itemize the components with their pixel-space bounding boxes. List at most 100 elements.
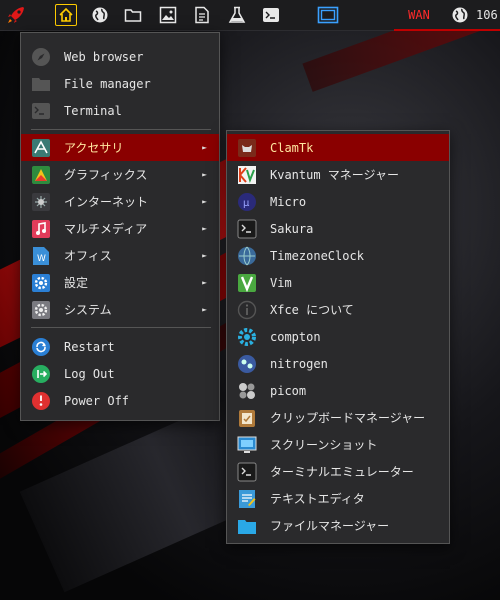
multimedia-icon — [31, 219, 51, 239]
action-label: Log Out — [64, 366, 115, 381]
app-label: Micro — [270, 194, 307, 209]
text-editor-icon — [237, 489, 257, 509]
app-label: Xfce について — [270, 303, 354, 317]
app-xfce-about[interactable]: Xfce について — [227, 296, 449, 323]
folder-icon[interactable] — [122, 4, 144, 26]
app-micro[interactable]: μ Micro — [227, 188, 449, 215]
menu-item-terminal[interactable]: Terminal — [21, 97, 219, 124]
restart-button[interactable]: Restart — [21, 333, 219, 360]
submenu-arrow: ► — [202, 278, 207, 287]
category-label: グラフィックス — [64, 168, 148, 182]
logout-icon — [31, 364, 51, 384]
terminal-icon — [31, 101, 51, 121]
flask-icon[interactable] — [226, 4, 248, 26]
app-screenshot[interactable]: スクリーンショット — [227, 431, 449, 458]
compton-icon — [237, 327, 257, 347]
app-file-manager[interactable]: ファイルマネージャー — [227, 512, 449, 539]
svg-text:W: W — [37, 254, 46, 264]
category-multimedia[interactable]: マルチメディア ► — [21, 215, 219, 242]
app-label: スクリーンショット — [270, 438, 378, 452]
category-label: システム — [64, 303, 112, 317]
graphics-icon — [31, 165, 51, 185]
terminal-icon[interactable] — [260, 4, 282, 26]
restart-icon — [31, 337, 51, 357]
document-icon[interactable] — [191, 4, 213, 26]
app-label: ClamTk — [270, 140, 314, 155]
globe-volume-icon[interactable] — [449, 4, 471, 26]
svg-text:μ: μ — [243, 198, 250, 209]
menu-item-web-browser[interactable]: Web browser — [21, 43, 219, 70]
folder-icon — [31, 74, 51, 94]
logout-button[interactable]: Log Out — [21, 360, 219, 387]
accessories-submenu: ClamTk Kvantum マネージャー μ Micro Sakura Tim… — [226, 130, 450, 544]
category-label: 設定 — [64, 276, 89, 290]
screenshot-icon — [237, 435, 257, 455]
sakura-terminal-icon — [237, 219, 257, 239]
app-label: Sakura — [270, 221, 314, 236]
app-kvantum[interactable]: Kvantum マネージャー — [227, 161, 449, 188]
category-accessories[interactable]: アクセサリ ► — [21, 134, 219, 161]
menu-item-label: Terminal — [64, 103, 122, 118]
terminal-emulator-icon — [237, 462, 257, 482]
app-clamtk[interactable]: ClamTk — [227, 134, 449, 161]
category-label: インターネット — [64, 195, 149, 209]
app-label: nitrogen — [270, 356, 328, 371]
image-viewer-icon[interactable] — [157, 4, 179, 26]
accessories-icon — [31, 138, 51, 158]
micro-icon: μ — [237, 192, 257, 212]
power-icon — [31, 391, 51, 411]
submenu-arrow: ► — [202, 251, 207, 260]
vim-icon — [237, 273, 257, 293]
menu-separator — [31, 327, 211, 328]
category-label: マルチメディア — [64, 222, 148, 236]
app-vim[interactable]: Vim — [227, 269, 449, 296]
applications-menu: Web browser File manager Terminal アクセサリ … — [20, 32, 220, 421]
category-office[interactable]: W オフィス ► — [21, 242, 219, 269]
nitrogen-icon — [237, 354, 257, 374]
app-timezoneclock[interactable]: TimezoneClock — [227, 242, 449, 269]
app-label: Kvantum マネージャー — [270, 168, 399, 182]
system-icon — [31, 300, 51, 320]
app-clipboard-manager[interactable]: クリップボードマネージャー — [227, 404, 449, 431]
top-panel: WAN 106 — [0, 0, 500, 31]
app-terminal-emulator[interactable]: ターミナルエミュレーター — [227, 458, 449, 485]
category-internet[interactable]: インターネット ► — [21, 188, 219, 215]
submenu-arrow: ► — [202, 170, 207, 179]
home-icon[interactable] — [55, 4, 77, 26]
app-label: ターミナルエミュレーター — [270, 465, 414, 479]
globe-icon[interactable] — [89, 4, 111, 26]
app-picom[interactable]: picom — [227, 377, 449, 404]
menu-separator — [31, 129, 211, 130]
app-label: ファイルマネージャー — [270, 519, 390, 533]
settings-icon — [31, 273, 51, 293]
app-label: Vim — [270, 275, 292, 290]
window-switcher-icon[interactable] — [317, 4, 339, 26]
app-compton[interactable]: compton — [227, 323, 449, 350]
kvantum-icon — [237, 165, 257, 185]
category-graphics[interactable]: グラフィックス ► — [21, 161, 219, 188]
app-label: テキストエディタ — [270, 492, 365, 506]
info-icon — [237, 300, 257, 320]
menu-item-label: Web browser — [64, 49, 144, 64]
submenu-arrow: ► — [202, 197, 207, 206]
clipboard-icon — [237, 408, 257, 428]
app-text-editor[interactable]: テキストエディタ — [227, 485, 449, 512]
picom-icon — [237, 381, 257, 401]
action-label: Restart — [64, 339, 115, 354]
power-off-button[interactable]: Power Off — [21, 387, 219, 414]
category-system[interactable]: システム ► — [21, 296, 219, 323]
app-label: picom — [270, 383, 307, 398]
compass-icon — [31, 47, 51, 67]
submenu-arrow: ► — [202, 143, 207, 152]
app-nitrogen[interactable]: nitrogen — [227, 350, 449, 377]
app-sakura[interactable]: Sakura — [227, 215, 449, 242]
app-label: TimezoneClock — [270, 248, 364, 263]
category-settings[interactable]: 設定 ► — [21, 269, 219, 296]
menu-item-file-manager[interactable]: File manager — [21, 70, 219, 97]
rocket-menu-icon[interactable] — [5, 4, 27, 26]
action-label: Power Off — [64, 393, 130, 408]
network-wan-label[interactable]: WAN — [394, 0, 444, 30]
app-label: compton — [270, 329, 321, 344]
volume-value: 106 — [476, 8, 498, 22]
office-icon: W — [31, 246, 51, 266]
